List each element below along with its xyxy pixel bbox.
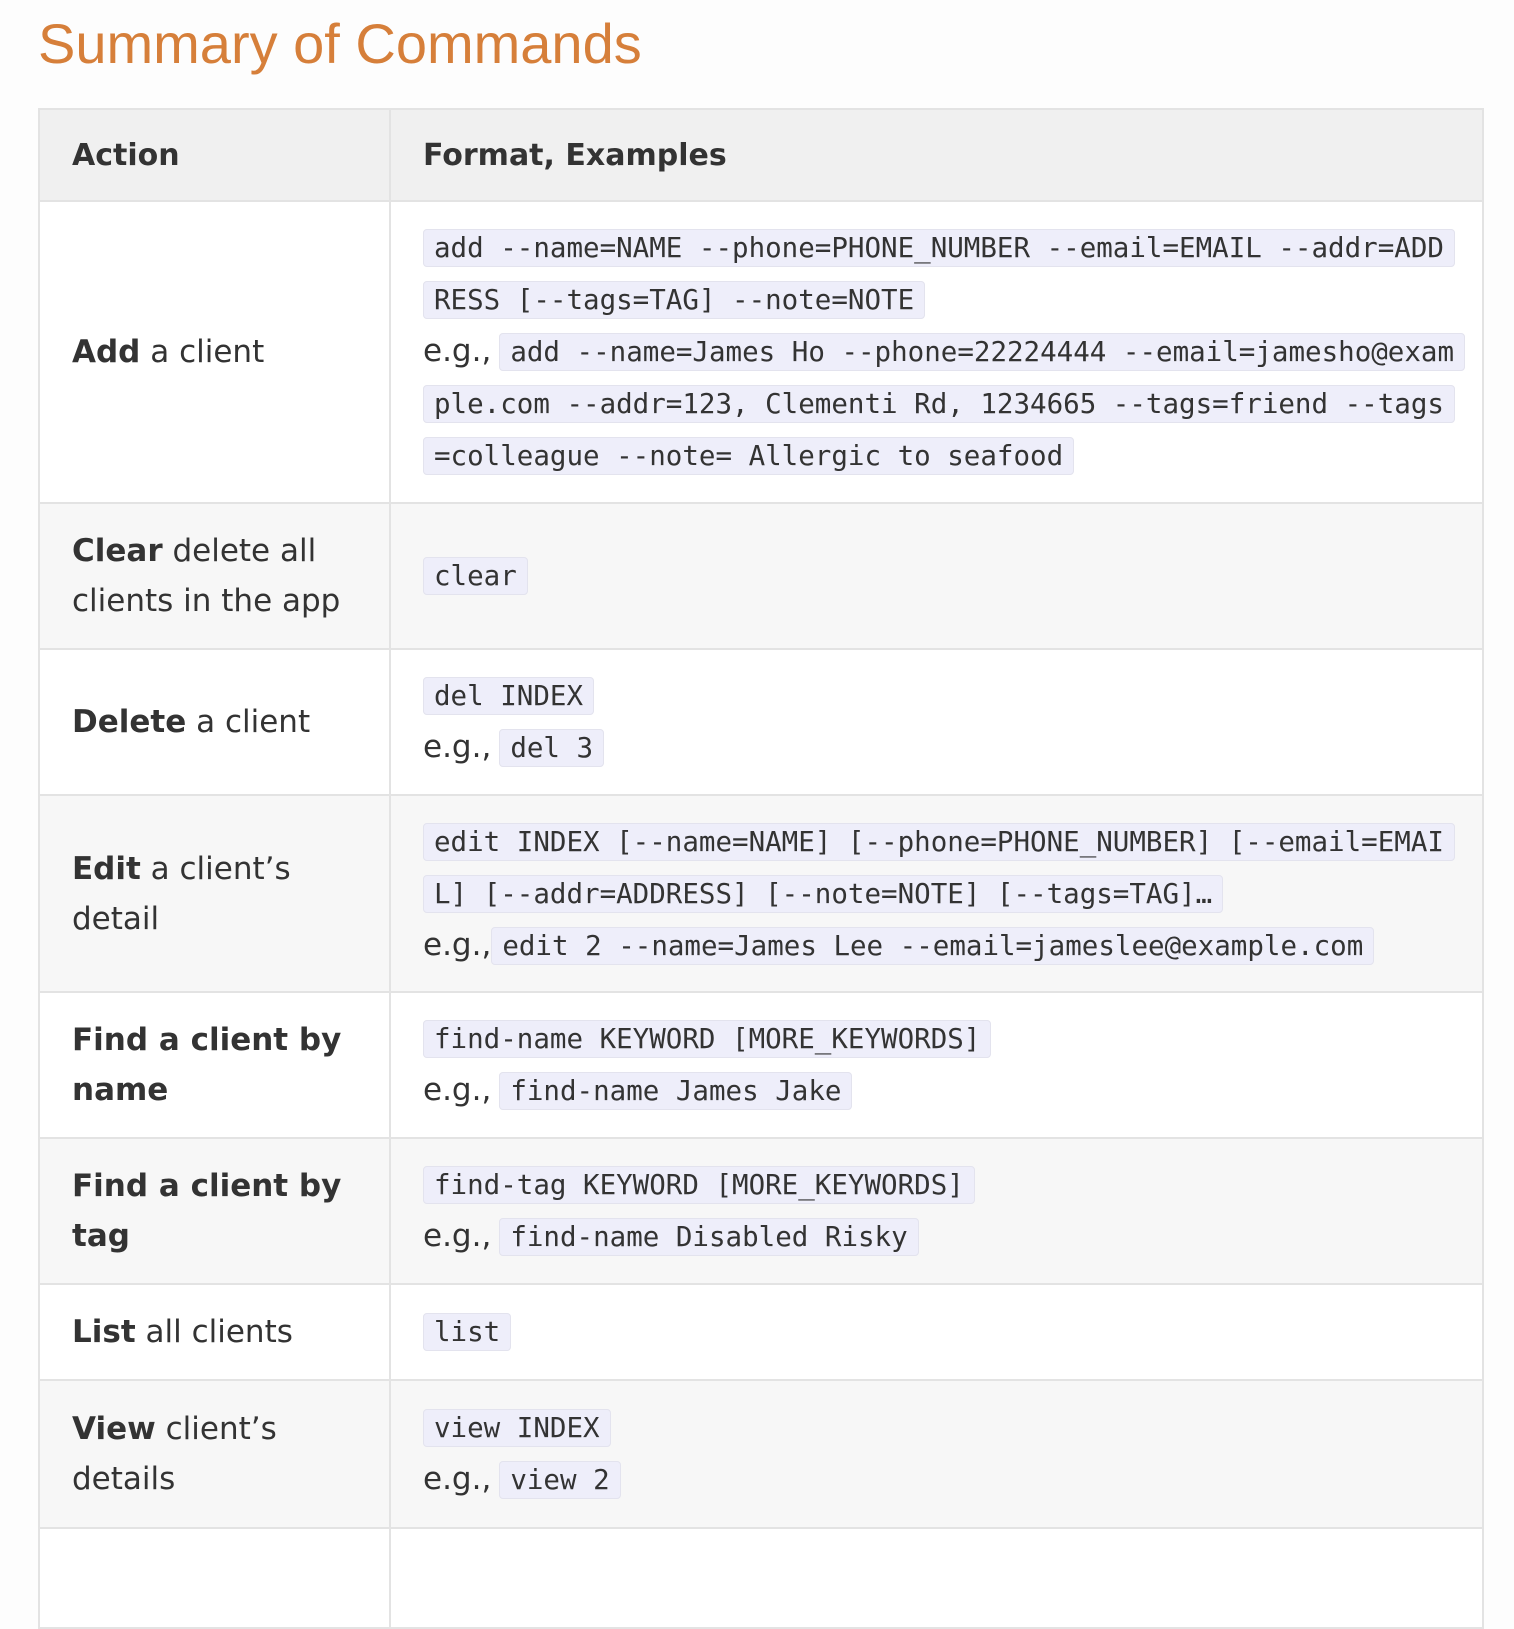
example-code: edit 2 --name=James Lee --email=jameslee… xyxy=(491,926,1375,965)
format-code: clear xyxy=(423,557,528,595)
example-prefix: e.g., xyxy=(423,1072,492,1108)
example-code: del 3 xyxy=(499,729,605,767)
format-cell: view INDEX e.g., view 2 xyxy=(389,1379,1484,1529)
action-cell: Edit a client’s detail xyxy=(38,794,391,993)
table-row: Edit a client’s detail edit INDEX [--nam… xyxy=(38,794,1484,993)
action-name: View xyxy=(72,1411,156,1447)
example-prefix: e.g., xyxy=(423,729,492,765)
example-prefix: e.g., xyxy=(423,1218,492,1254)
action-description: all clients xyxy=(135,1314,293,1350)
column-header-action: Action xyxy=(38,108,391,202)
page-title: Summary of Commands xyxy=(38,12,642,75)
format-code: del INDEX xyxy=(423,677,595,715)
action-name: Clear xyxy=(72,533,163,569)
table-row: Delete a client del INDEX e.g., del 3 xyxy=(38,648,1484,796)
action-name: Find a client by name xyxy=(72,1022,342,1108)
table-row: Clear delete all clients in the app clea… xyxy=(38,502,1484,650)
table-row xyxy=(38,1527,1484,1629)
example-code: view 2 xyxy=(499,1461,621,1499)
example-code: find-name James Jake xyxy=(499,1072,853,1110)
format-code: view INDEX xyxy=(423,1409,611,1447)
action-cell: Delete a client xyxy=(38,648,391,796)
format-cell: add --name=NAME --phone=PHONE_NUMBER --e… xyxy=(389,200,1484,504)
action-cell: List all clients xyxy=(38,1283,391,1381)
action-name: Add xyxy=(72,334,141,370)
format-code: list xyxy=(423,1313,512,1351)
action-cell: Add a client xyxy=(38,200,391,504)
action-name: Delete xyxy=(72,704,187,740)
format-cell: find-tag KEYWORD [MORE_KEYWORDS] e.g., fi… xyxy=(389,1137,1484,1285)
format-cell: clear xyxy=(389,502,1484,650)
format-cell: find-name KEYWORD [MORE_KEYWORDS] e.g., f… xyxy=(389,991,1484,1139)
action-name: Find a client by tag xyxy=(72,1168,342,1254)
action-description: a client xyxy=(186,704,311,740)
format-cell: list xyxy=(389,1283,1484,1381)
action-cell: View client’s details xyxy=(38,1379,391,1529)
format-cell: del INDEX e.g., del 3 xyxy=(389,648,1484,796)
format-code: add --name=NAME --phone=PHONE_NUMBER --e… xyxy=(423,229,1455,319)
action-description: a client xyxy=(140,334,265,370)
action-cell: Find a client by name xyxy=(38,991,391,1139)
table-row: Find a client by name find-name KEYWORD … xyxy=(38,991,1484,1139)
format-cell: edit INDEX [--name=NAME] [--phone=PHONE_… xyxy=(389,794,1484,993)
example-prefix: e.g., xyxy=(423,926,492,963)
format-code: edit INDEX [--name=NAME] [--phone=PHONE_… xyxy=(423,822,1455,913)
format-cell xyxy=(389,1527,1484,1629)
page: Summary of Commands Action Format, Examp… xyxy=(0,0,1514,1629)
action-cell: Find a client by tag xyxy=(38,1137,391,1285)
format-code: find-name KEYWORD [MORE_KEYWORDS] xyxy=(423,1020,992,1058)
action-cell xyxy=(38,1527,391,1629)
example-code: add --name=James Ho --phone=22224444 --e… xyxy=(423,333,1466,475)
commands-table: Action Format, Examples Add a client add… xyxy=(38,108,1484,1629)
table-row: View client’s details view INDEX e.g., vi… xyxy=(38,1379,1484,1529)
column-header-format: Format, Examples xyxy=(389,108,1484,202)
table-row: Find a client by tag find-tag KEYWORD [M… xyxy=(38,1137,1484,1285)
table-header-row: Action Format, Examples xyxy=(38,108,1484,202)
table-row: Add a client add --name=NAME --phone=PHO… xyxy=(38,200,1484,504)
format-code: find-tag KEYWORD [MORE_KEYWORDS] xyxy=(423,1166,975,1204)
action-name: Edit xyxy=(72,850,141,887)
example-prefix: e.g., xyxy=(423,333,492,369)
action-cell: Clear delete all clients in the app xyxy=(38,502,391,650)
example-code: find-name Disabled Risky xyxy=(499,1218,919,1256)
table-row: List all clients list xyxy=(38,1283,1484,1381)
action-name: List xyxy=(72,1314,136,1350)
example-prefix: e.g., xyxy=(423,1461,492,1497)
